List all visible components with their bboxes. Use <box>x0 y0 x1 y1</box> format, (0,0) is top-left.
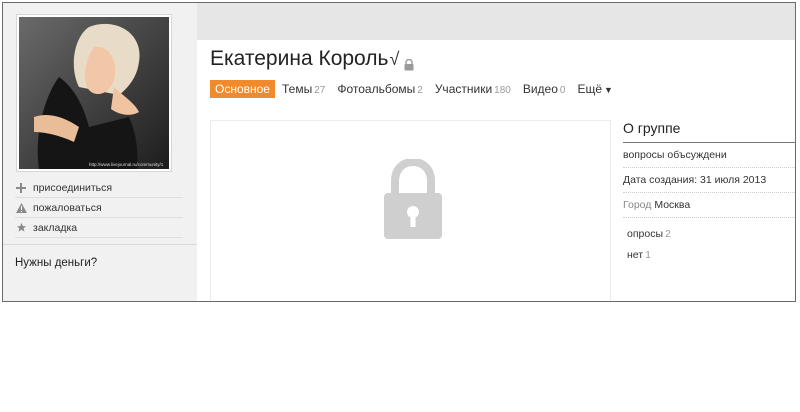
warning-icon <box>15 202 27 214</box>
tab-members-label: Участники <box>434 82 493 96</box>
group-avatar[interactable]: http://www.livejournal.ru/community/1 <box>16 14 172 172</box>
plus-icon <box>15 182 27 194</box>
avatar-photo: http://www.livejournal.ru/community/1 <box>19 17 169 169</box>
ad-title[interactable]: Нужны деньги? <box>15 257 97 269</box>
sidebar-actions: присоединиться пожаловаться закладка <box>15 178 183 238</box>
about-group: О группе вопросы объсуждени Дата создани… <box>623 120 795 266</box>
left-sidebar: http://www.livejournal.ru/community/1 пр… <box>3 3 197 301</box>
created-date: Дата создания: 31 июля 2013 <box>623 168 795 193</box>
tab-more-label: Ещё <box>577 82 603 96</box>
group-name: Екатерина Король <box>210 47 389 70</box>
page-frame: http://www.livejournal.ru/community/1 пр… <box>2 2 796 302</box>
tab-photo-albums[interactable]: Фотоальбомы 2 <box>332 80 427 98</box>
about-title: О группе <box>623 120 795 143</box>
join-label: присоединиться <box>33 181 113 194</box>
group-description: вопросы объсуждени <box>623 143 795 168</box>
padlock-icon <box>384 159 442 239</box>
report-button[interactable]: пожаловаться <box>15 198 183 218</box>
group-tabs: Основное Темы 27 Фотоальбомы 2 Участники 18… <box>210 80 620 98</box>
tab-photo-albums-count: 2 <box>417 85 423 96</box>
tab-main-label: Основное <box>215 82 270 96</box>
poll-label: нет <box>627 249 644 261</box>
poll-item[interactable]: нет 1 <box>627 245 795 266</box>
tab-more[interactable]: Ещё ▼ <box>572 80 617 98</box>
city-value[interactable]: Москва <box>654 199 690 211</box>
report-label: пожаловаться <box>33 201 102 214</box>
sidebar-divider <box>3 244 197 245</box>
city-label: Город <box>623 199 652 211</box>
tab-members-count: 180 <box>494 85 511 96</box>
svg-text:http://www.livejournal.ru/comm: http://www.livejournal.ru/community/1 <box>89 162 164 167</box>
chevron-down-icon: ▼ <box>604 85 613 95</box>
tab-photo-albums-label: Фотоальбомы <box>337 82 416 96</box>
tab-topics-count: 27 <box>314 85 326 96</box>
bookmark-label: закладка <box>33 221 78 234</box>
tab-video[interactable]: Видео 0 <box>518 80 571 98</box>
tab-topics-label: Темы <box>281 82 313 96</box>
tab-topics[interactable]: Темы 27 <box>277 80 330 98</box>
tab-main[interactable]: Основное <box>210 80 275 98</box>
join-button[interactable]: присоединиться <box>15 178 183 198</box>
verified-mark: √ <box>389 48 400 69</box>
poll-item[interactable]: опросы 2 <box>627 224 795 245</box>
tab-video-label: Видео <box>522 82 558 96</box>
poll-count: 2 <box>665 228 671 240</box>
star-icon <box>15 222 27 234</box>
tab-members[interactable]: Участники 180 <box>430 80 516 98</box>
page-title: Екатерина Король √ <box>210 47 414 71</box>
poll-count: 1 <box>645 249 651 261</box>
city-row: Город Москва <box>623 193 795 218</box>
tab-video-count: 0 <box>559 85 566 96</box>
bookmark-button[interactable]: закладка <box>15 218 183 238</box>
lock-icon <box>404 53 414 71</box>
private-content-panel <box>210 120 611 301</box>
poll-label: опросы <box>627 228 664 240</box>
